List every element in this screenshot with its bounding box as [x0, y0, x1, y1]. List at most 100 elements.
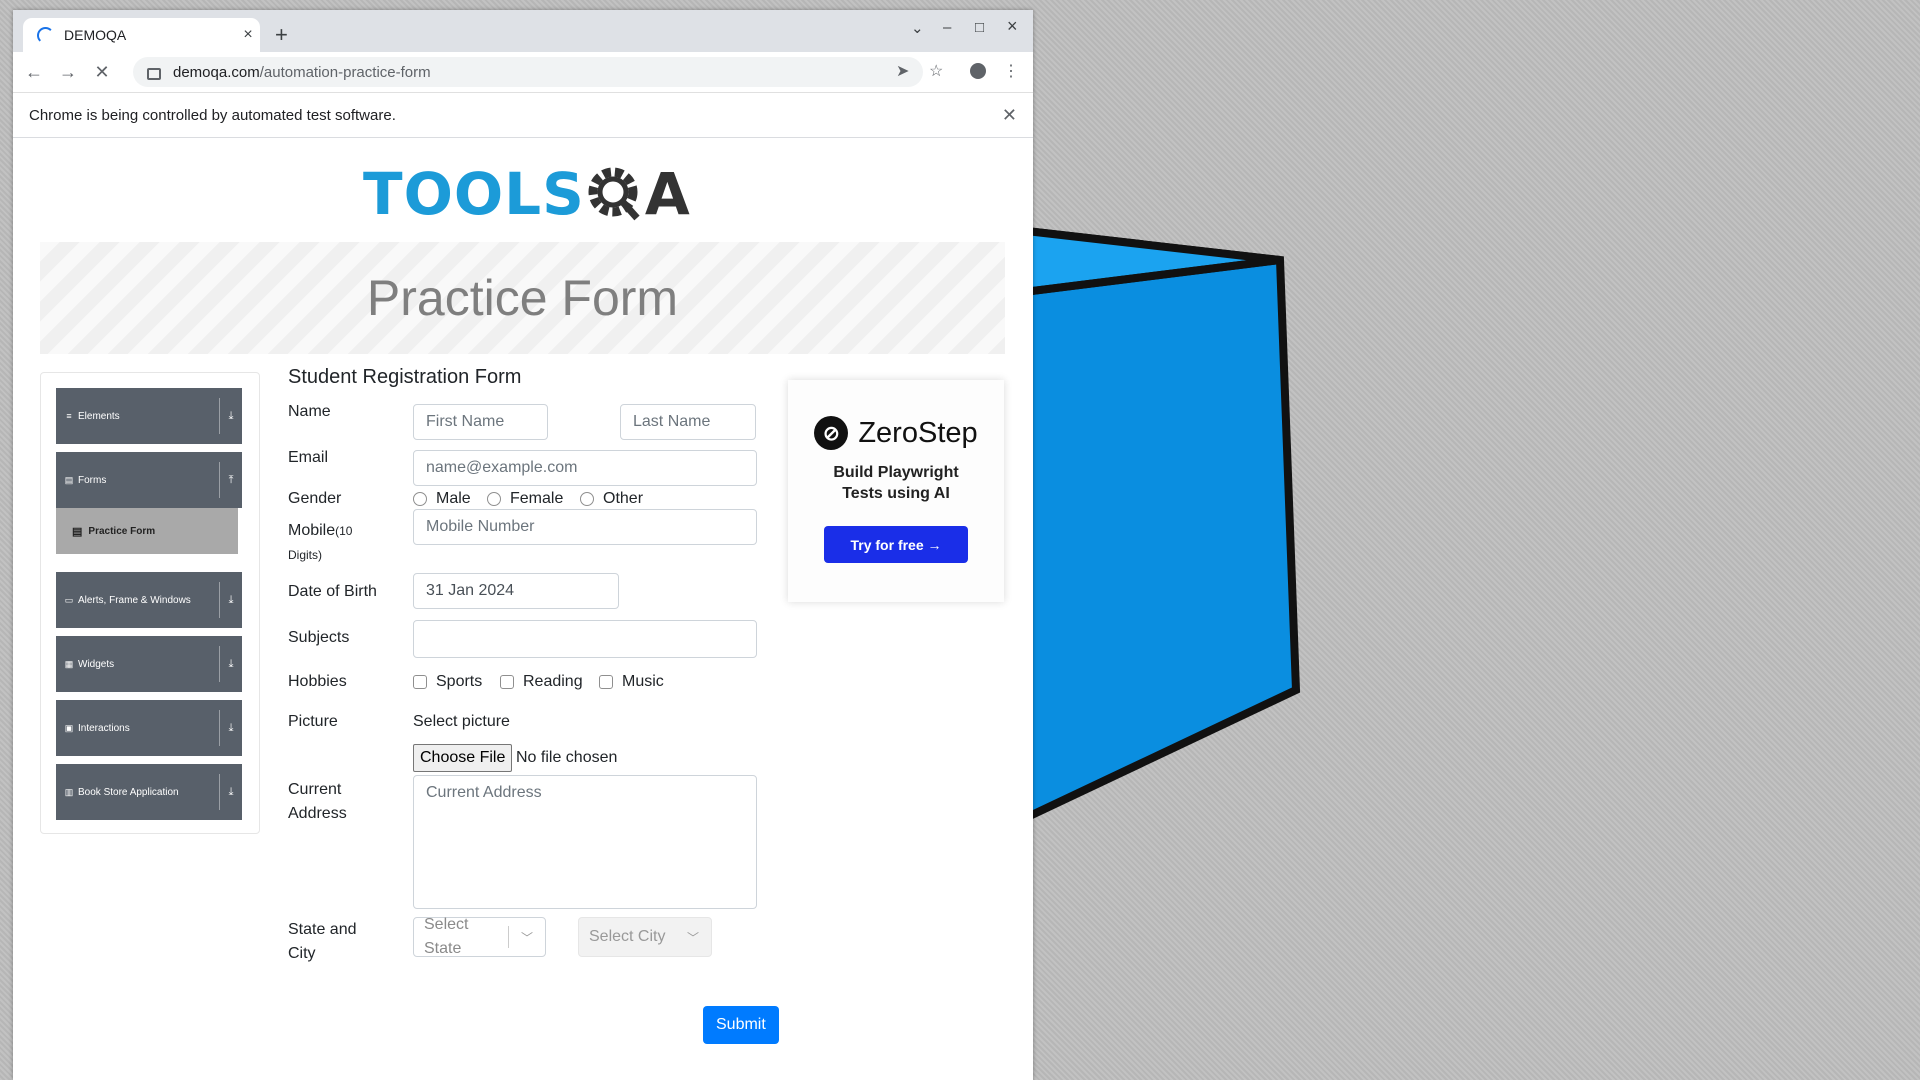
chevron-down-icon[interactable]: ﹀	[675, 929, 711, 946]
current-address-textarea[interactable]: Current Address	[413, 775, 757, 909]
mobile-number-input[interactable]: Mobile Number	[413, 509, 757, 545]
sidebar-group-elements[interactable]: ≡ Elements ⤓	[56, 388, 242, 444]
gender-radio-female[interactable]: Female	[487, 490, 563, 508]
hobby-checkbox-music[interactable]: Music	[599, 673, 664, 691]
elements-icon: ≡	[66, 411, 72, 421]
dob-label: Date of Birth	[288, 583, 377, 600]
sidebar-group-label: Widgets	[78, 658, 115, 670]
book-store-icon: ▥	[64, 786, 74, 797]
profile-avatar-icon[interactable]	[970, 63, 986, 84]
forward-arrow-icon[interactable]: →	[51, 62, 85, 83]
sidebar-item-practice-form[interactable]: ▤ Practice Form	[56, 508, 238, 554]
submit-button[interactable]: Submit	[703, 1006, 779, 1044]
url-path: /automation-practice-form	[259, 63, 431, 81]
ad-tagline: Build Playwright Tests using AI	[833, 464, 959, 502]
sidebar-group-label: Book Store Application	[78, 786, 179, 798]
radio-label: Female	[510, 490, 564, 507]
browser-toolbar: ← → ✕ demoqa.com/automation-practice-for…	[13, 52, 1033, 93]
sidebar-group-alerts[interactable]: ▭ Alerts, Frame & Windows ⤓	[56, 572, 242, 628]
logo-text-a: A	[644, 160, 690, 228]
city-select[interactable]: Select City ﹀	[578, 917, 712, 957]
select-picture-label: Select picture	[413, 713, 510, 730]
practice-form-icon: ▤	[72, 525, 83, 538]
browser-window: DEMOQA × + ⌄ – □ × ← → ✕ demoqa.com/auto…	[13, 10, 1033, 1080]
logo-gear-icon	[588, 167, 640, 221]
gender-label: Gender	[288, 490, 342, 507]
subjects-input[interactable]	[413, 620, 757, 658]
alerts-icon: ▭	[64, 594, 74, 605]
sidebar-menu: ≡ Elements ⤓ ▤ Forms ⤒ ▤ Practice Form ▭…	[40, 372, 260, 834]
expand-arrow-icon: ⤓	[219, 710, 242, 746]
logo-text-tools: TOOLS	[363, 160, 585, 228]
sidebar-group-book-store[interactable]: ▥ Book Store Application ⤓	[56, 764, 242, 820]
address-label: Current	[288, 781, 342, 798]
checkbox-label: Sports	[436, 673, 483, 690]
tab-bar: DEMOQA × + ⌄ – □ ×	[13, 10, 1033, 52]
automation-infobar: Chrome is being controlled by automated …	[13, 93, 1033, 138]
url-host: demoqa.com	[173, 63, 260, 81]
sidebar-group-label: Elements	[78, 410, 120, 422]
tab-search-icon[interactable]: ⌄	[911, 19, 924, 37]
expand-arrow-icon: ⤓	[219, 646, 242, 682]
gender-radio-male[interactable]: Male	[413, 490, 471, 508]
radio-circle[interactable]	[580, 492, 594, 506]
address-label-line2: Address	[288, 805, 347, 822]
infobar-text: Chrome is being controlled by automated …	[29, 106, 396, 124]
minimize-button[interactable]: –	[943, 19, 951, 36]
sidebar-group-interactions[interactable]: ▣ Interactions ⤓	[56, 700, 242, 756]
sidebar-group-widgets[interactable]: ▦ Widgets ⤓	[56, 636, 242, 692]
state-select-value: Select State	[424, 916, 469, 957]
expand-arrow-icon: ⤓	[219, 398, 242, 434]
new-tab-button[interactable]: +	[275, 22, 288, 48]
toolsqa-logo[interactable]: TOOLS A	[363, 154, 690, 234]
state-city-label-line2: City	[288, 945, 316, 962]
hobby-checkbox-sports[interactable]: Sports	[413, 673, 482, 691]
tab-close-icon[interactable]: ×	[236, 26, 260, 44]
subjects-label: Subjects	[288, 629, 350, 646]
infobar-close-icon[interactable]: ✕	[1002, 105, 1017, 126]
sidebar-group-label: Forms	[78, 474, 107, 486]
tab-title: DEMOQA	[64, 27, 127, 43]
chevron-down-icon[interactable]: ﹀	[509, 929, 545, 946]
stop-loading-icon[interactable]: ✕	[85, 62, 119, 83]
bookmark-star-icon[interactable]: ☆	[929, 61, 943, 81]
widgets-icon: ▦	[64, 658, 74, 669]
address-bar[interactable]: demoqa.com/automation-practice-form	[133, 57, 923, 87]
try-for-free-button[interactable]: Try for free →	[824, 526, 968, 563]
sidebar-item-label: Practice Form	[88, 525, 156, 537]
checkbox-box[interactable]	[500, 675, 514, 689]
lock-icon	[147, 68, 161, 80]
menu-kebab-icon[interactable]: ⋮	[1003, 61, 1019, 81]
checkbox-box[interactable]	[599, 675, 613, 689]
zerostep-ad[interactable]: ⊘ ZeroStep Build Playwright Tests using …	[788, 380, 1004, 602]
expand-arrow-icon: ⤓	[219, 582, 242, 618]
send-icon[interactable]: ➤	[896, 61, 909, 81]
back-arrow-icon[interactable]: ←	[17, 62, 51, 83]
radio-circle[interactable]	[413, 492, 427, 506]
window-close-button[interactable]: ×	[1007, 16, 1018, 37]
sidebar-group-label: Interactions	[78, 722, 130, 734]
checkbox-box[interactable]	[413, 675, 427, 689]
checkbox-label: Reading	[523, 673, 583, 690]
page-content: TOOLS A Practice Form ≡ Elements ⤓ ▤ For…	[13, 138, 1033, 1068]
hobbies-label: Hobbies	[288, 673, 347, 690]
sidebar-group-forms[interactable]: ▤ Forms ⤒	[56, 452, 242, 508]
name-label: Name	[288, 403, 331, 420]
first-name-input[interactable]: First Name	[413, 404, 548, 440]
last-name-input[interactable]: Last Name	[620, 404, 756, 440]
city-select-value: Select City	[589, 928, 666, 945]
hobby-checkbox-reading[interactable]: Reading	[500, 673, 583, 691]
page-title: Practice Form	[366, 270, 679, 326]
browser-tab[interactable]: DEMOQA ×	[23, 18, 260, 52]
gender-radio-other[interactable]: Other	[580, 490, 643, 508]
choose-file-button[interactable]: Choose File	[413, 744, 513, 772]
page-banner: Practice Form	[40, 242, 1005, 354]
radio-circle[interactable]	[487, 492, 501, 506]
state-select[interactable]: Select State ﹀	[413, 916, 546, 957]
forms-icon: ▤	[64, 474, 74, 485]
picture-label: Picture	[288, 713, 338, 730]
date-of-birth-input[interactable]: 31 Jan 2024	[413, 573, 619, 609]
email-input[interactable]: name@example.com	[413, 450, 757, 486]
maximize-button[interactable]: □	[975, 19, 984, 36]
desktop-cube-graphic	[1000, 223, 1301, 835]
